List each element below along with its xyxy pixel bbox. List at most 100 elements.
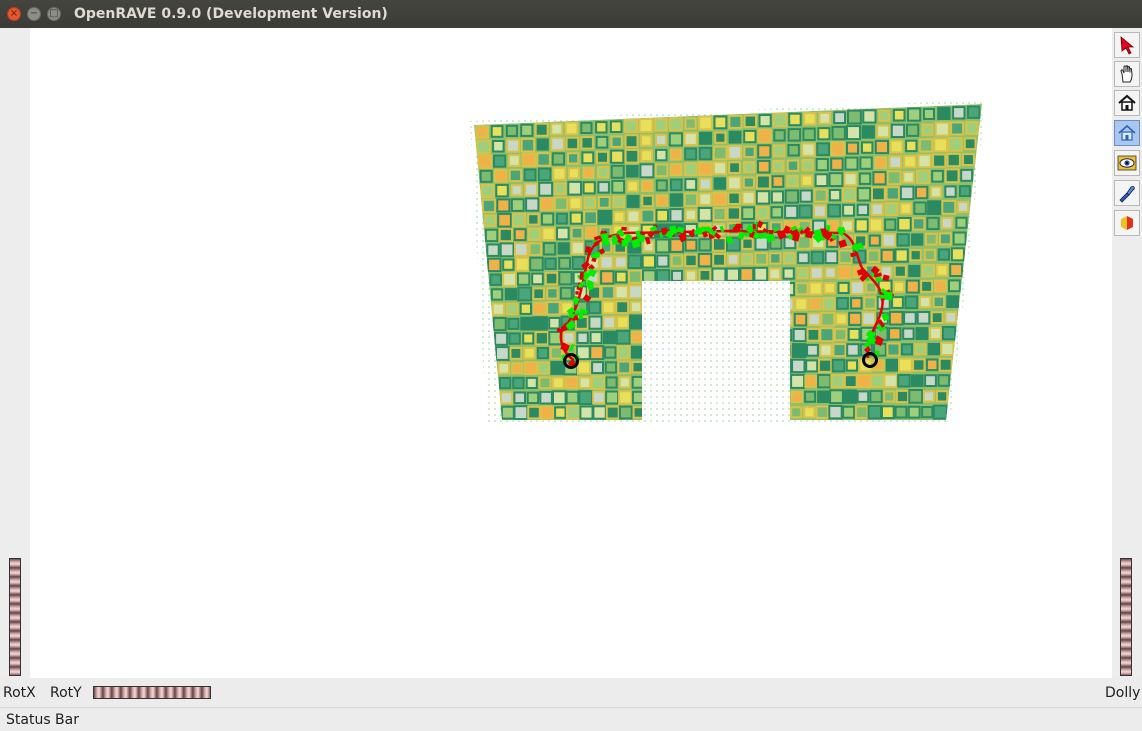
wall-tile <box>684 178 698 191</box>
wall-tile <box>921 406 934 419</box>
wall-tile <box>837 281 850 294</box>
sample-marker <box>769 230 774 235</box>
status-bar: Status Bar <box>0 707 1142 731</box>
wall-tile <box>614 270 628 284</box>
wall-tile <box>915 327 929 341</box>
wall-tile <box>558 271 573 286</box>
wall-tile <box>640 134 653 147</box>
rotx-wheel[interactable] <box>9 558 21 676</box>
wall-tile <box>577 360 592 375</box>
wall-tile <box>824 266 837 279</box>
wall-tile <box>490 125 504 138</box>
wall-tile <box>611 179 626 194</box>
wall-tile <box>819 327 835 343</box>
wall-tile <box>624 119 639 133</box>
wall-tile <box>872 171 887 186</box>
wall-tile <box>513 405 529 420</box>
3d-viewport[interactable] <box>30 28 1112 678</box>
wall-tile <box>537 167 552 182</box>
wall-tile <box>881 232 897 248</box>
wall-tile <box>846 343 860 357</box>
wall-tile <box>713 177 726 190</box>
wall-tile <box>816 142 831 157</box>
wall-tile <box>867 405 882 420</box>
dolly-wheel[interactable] <box>1120 558 1132 676</box>
wall-tile <box>784 204 799 219</box>
home-view-tool[interactable] <box>1114 90 1140 116</box>
maximize-window-button[interactable]: □ <box>47 7 61 21</box>
wall-tile <box>541 226 556 241</box>
wall-tile <box>880 248 895 263</box>
wall-tile <box>854 405 869 419</box>
wall-tile <box>850 297 863 310</box>
wall-tile <box>923 248 936 262</box>
status-text: Status Bar <box>6 712 80 728</box>
wall-tile <box>597 209 613 225</box>
wall-tile <box>525 197 540 212</box>
wall-tile <box>896 233 910 247</box>
wall-tile <box>944 311 958 324</box>
wall-tile <box>596 150 609 164</box>
minimize-window-button[interactable]: − <box>27 7 41 21</box>
wall-tile <box>582 181 596 195</box>
wall-tile <box>630 345 644 359</box>
wall-tile <box>782 267 795 280</box>
hand-icon <box>1120 65 1133 83</box>
wall-tile <box>605 390 620 405</box>
wall-tile <box>567 167 580 180</box>
wall-tile <box>911 374 924 387</box>
wall-tile <box>541 212 555 226</box>
wall-tile <box>477 154 493 170</box>
wall-tile <box>892 108 906 122</box>
view-all-tool[interactable] <box>1114 150 1140 176</box>
wall-tile <box>757 128 772 144</box>
set-home-tool[interactable] <box>1114 120 1140 146</box>
wall-tile <box>481 198 497 214</box>
wall-tile <box>727 191 741 206</box>
wall-tile <box>516 272 531 286</box>
pan-hand-tool[interactable] <box>1114 61 1140 87</box>
wall-tile <box>799 189 813 203</box>
wall-tile <box>913 201 927 215</box>
wall-tile <box>727 145 743 160</box>
wall-tile <box>475 125 489 139</box>
wall-tile <box>833 111 847 124</box>
wall-tile <box>536 138 549 151</box>
wall-tile <box>699 131 713 145</box>
wall-tile <box>728 130 742 144</box>
wall-tile <box>568 196 583 210</box>
wall-tile <box>550 360 565 375</box>
wall-tile <box>520 123 534 137</box>
sample-marker <box>837 226 845 231</box>
wall-tile <box>856 390 870 403</box>
close-window-button[interactable]: × <box>7 7 21 21</box>
wall-tile <box>536 347 549 360</box>
wall-tile <box>554 406 567 419</box>
wall-tile <box>770 190 785 204</box>
wall-tile <box>556 226 570 241</box>
sample-marker <box>594 251 601 258</box>
wall-tile <box>800 174 814 187</box>
wall-tile <box>741 206 755 221</box>
perspective-tool[interactable] <box>1114 210 1140 236</box>
select-pointer-tool[interactable] <box>1114 32 1140 58</box>
wall-tile <box>628 269 643 284</box>
wall-tile <box>883 373 898 389</box>
wall-tile <box>866 249 881 263</box>
roty-wheel[interactable] <box>93 686 211 699</box>
wall-tile <box>903 311 917 325</box>
wall-tile <box>523 347 536 360</box>
wall-tile <box>631 361 644 374</box>
wall-tile <box>934 279 948 293</box>
wall-tile <box>512 376 525 390</box>
wall-tile <box>559 286 573 300</box>
wall-tile <box>861 141 874 154</box>
wall-tile <box>615 329 631 345</box>
wall-tile <box>829 389 844 405</box>
headlight-tool[interactable] <box>1114 180 1140 206</box>
wall-tile <box>827 203 841 218</box>
wall-tile <box>847 328 861 341</box>
wall-tile <box>891 296 904 309</box>
wall-tile <box>885 358 899 372</box>
wall-tile <box>863 296 877 310</box>
